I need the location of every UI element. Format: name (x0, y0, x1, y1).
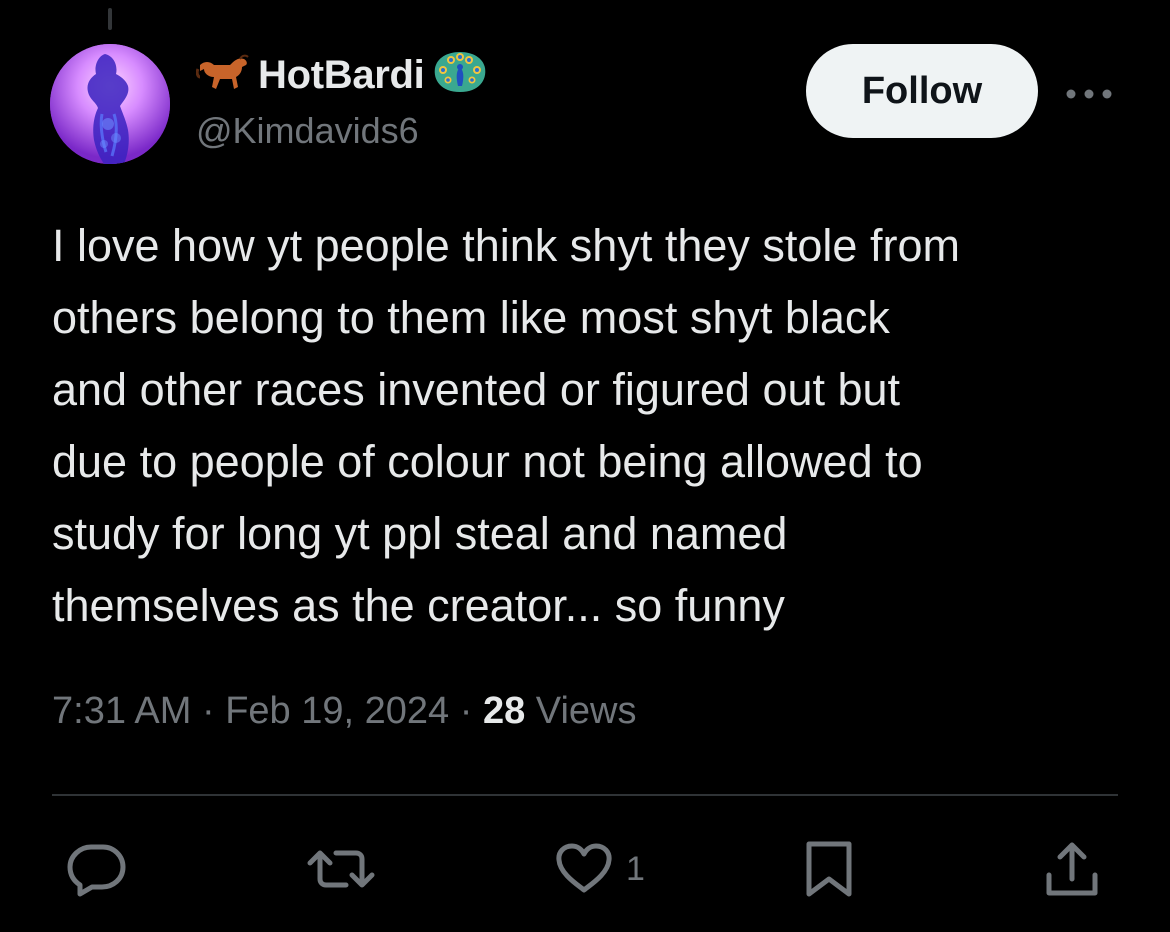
retweet-icon (306, 841, 376, 897)
tweet-date[interactable]: Feb 19, 2024 (225, 690, 449, 732)
thread-connector-line (108, 8, 112, 30)
bookmark-icon (804, 839, 854, 899)
like-button[interactable]: 1 (554, 834, 645, 904)
reply-icon (66, 841, 128, 897)
heart-icon (554, 842, 614, 896)
share-button[interactable] (1044, 834, 1100, 904)
display-name-row[interactable]: HotBardi (195, 50, 489, 101)
tweet-time[interactable]: 7:31 AM (52, 690, 191, 732)
user-handle[interactable]: @Kimdavids6 (196, 110, 419, 152)
share-icon (1044, 839, 1100, 899)
meta-separator: · (449, 690, 483, 732)
follow-button[interactable]: Follow (806, 44, 1038, 138)
views-label: Views (525, 690, 637, 732)
divider (52, 794, 1118, 796)
avatar-photo (50, 44, 170, 164)
like-count: 1 (626, 849, 645, 888)
tweet-text: I love how yt people think shyt they sto… (52, 220, 960, 631)
bookmark-button[interactable] (804, 834, 854, 904)
display-name[interactable]: HotBardi (258, 53, 425, 98)
reply-button[interactable] (66, 834, 128, 904)
retweet-button[interactable] (306, 834, 376, 904)
action-bar: 1 (0, 834, 1170, 904)
avatar[interactable] (50, 44, 170, 164)
tweet-meta: 7:31 AM · Feb 19, 2024 · 28 Views (52, 690, 636, 733)
meta-separator: · (191, 690, 226, 732)
horse-icon (195, 51, 252, 100)
views-count: 28 (482, 690, 526, 732)
peacock-icon (431, 50, 489, 101)
more-options-icon[interactable] (1062, 76, 1116, 112)
